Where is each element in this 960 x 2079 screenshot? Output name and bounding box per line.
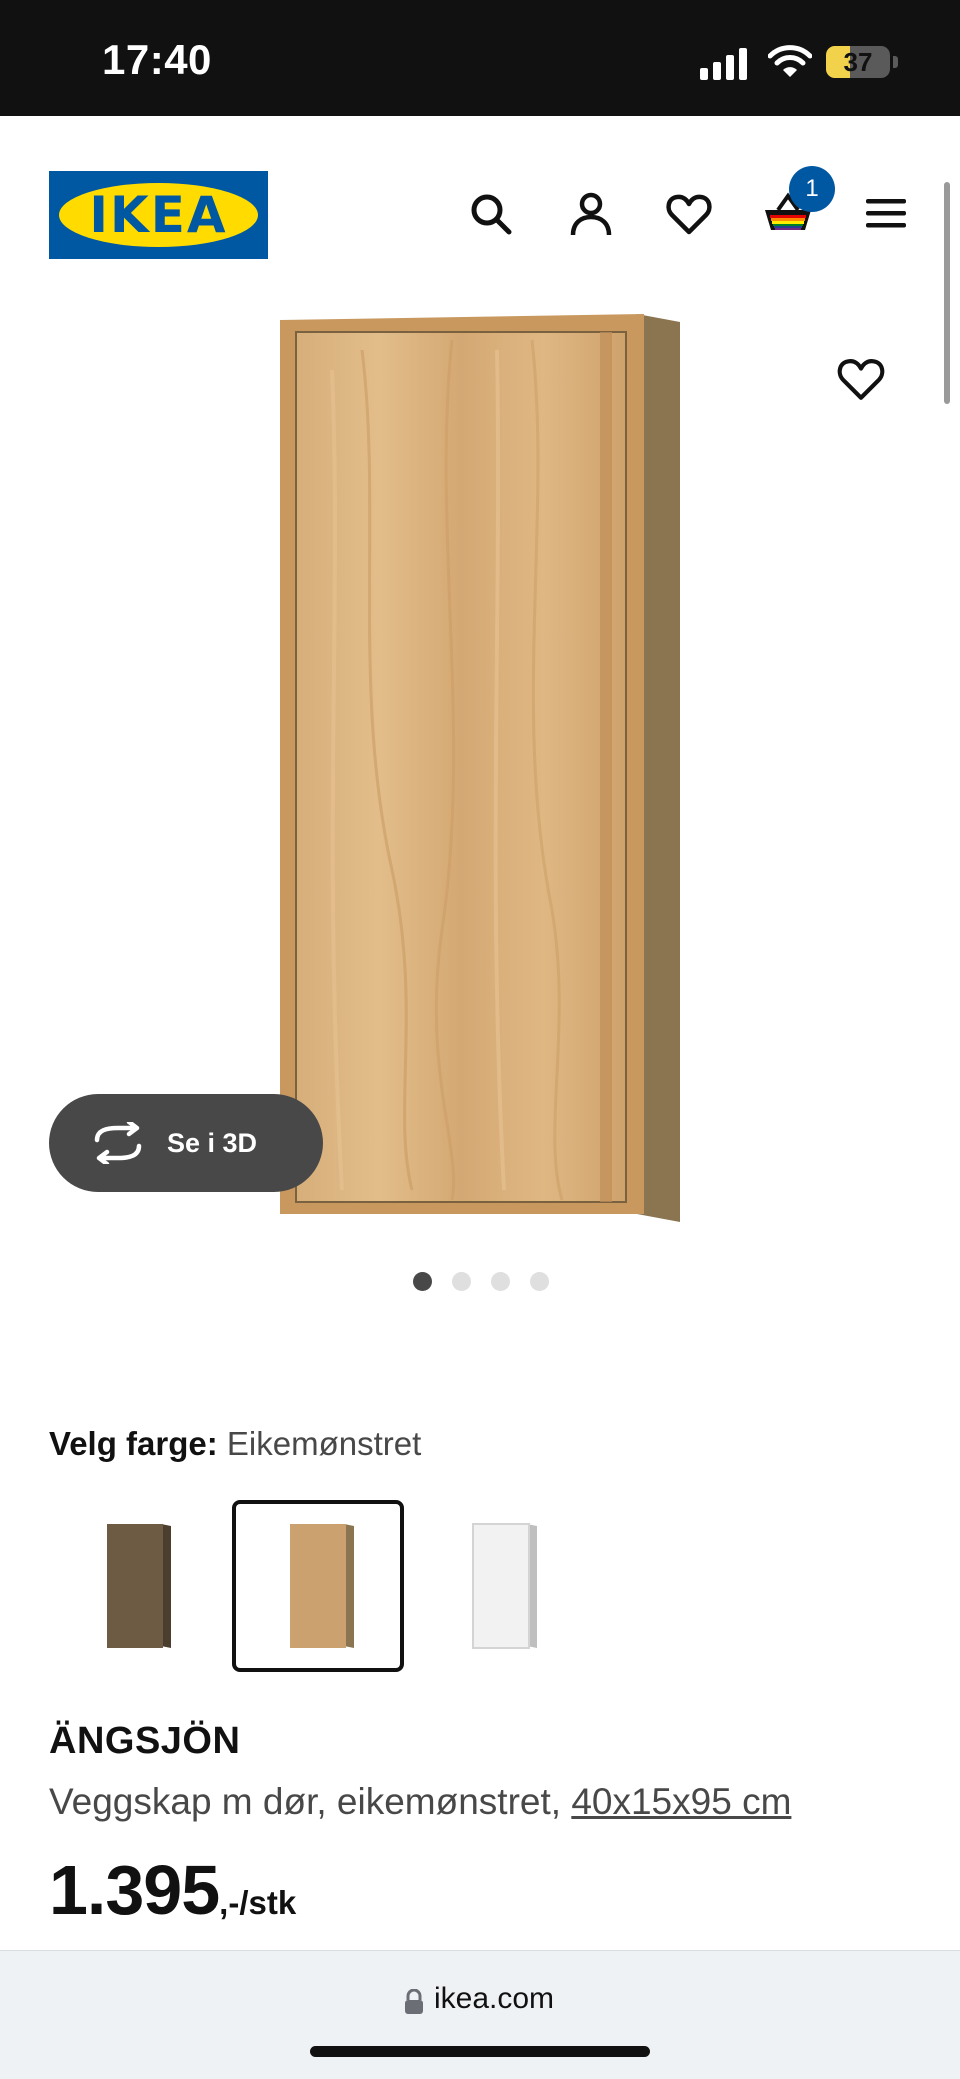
product-price: 1.395,-/stk	[49, 1850, 296, 1930]
color-swatch-white[interactable]	[415, 1500, 587, 1672]
cellular-signal-icon	[700, 48, 747, 80]
battery-icon: 37	[826, 46, 890, 78]
carousel-dot[interactable]	[451, 1272, 471, 1291]
swatch-image	[290, 1524, 354, 1648]
ikea-logo[interactable]: IKEA	[49, 171, 268, 259]
product-description: Veggskap m dør, eikemønstret, 40x15x95 c…	[49, 1779, 791, 1825]
carousel-dots	[0, 1272, 960, 1292]
swatch-fill	[290, 1524, 346, 1648]
carousel-dot[interactable]	[490, 1272, 510, 1291]
swatch-fill	[107, 1524, 163, 1648]
product-description-text: Veggskap m dør, eikemønstret,	[49, 1781, 572, 1822]
view-in-3d-label: Se i 3D	[167, 1128, 258, 1158]
rotate-3d-icon	[94, 1122, 142, 1164]
favourites-icon[interactable]	[665, 190, 713, 238]
url-text: ikea.com	[434, 1982, 555, 2015]
selected-color: Eikemønstret	[226, 1425, 422, 1462]
home-indicator[interactable]	[310, 2046, 650, 2057]
product-image[interactable]	[272, 310, 692, 1230]
swatch-image	[107, 1524, 171, 1648]
menu-icon[interactable]	[862, 190, 910, 238]
logo-text: IKEA	[89, 186, 228, 244]
color-swatch-dark-brown[interactable]	[49, 1500, 221, 1672]
wifi-icon	[768, 45, 812, 77]
status-bar: 17:40 37	[0, 0, 960, 116]
swatch-fill	[472, 1523, 530, 1649]
carousel-dot[interactable]	[412, 1272, 432, 1291]
search-icon[interactable]	[467, 190, 515, 238]
product-size-link[interactable]: 40x15x95 cm	[571, 1781, 791, 1822]
color-selector-heading: Velg farge: Eikemønstret	[49, 1424, 421, 1464]
cart-count-badge: 1	[789, 166, 835, 212]
color-label: Velg farge:	[49, 1425, 218, 1462]
page-scrollbar[interactable]	[944, 182, 950, 404]
view-in-3d-button[interactable]: Se i 3D	[49, 1094, 323, 1192]
product-name: ÄNGSJÖN	[49, 1720, 241, 1762]
battery-level: 37	[843, 47, 873, 77]
price-amount: 1.395	[49, 1851, 220, 1929]
price-unit: ,-/stk	[219, 1884, 297, 1921]
battery-tip	[893, 56, 898, 68]
carousel-dot[interactable]	[529, 1272, 549, 1291]
swatch-image	[472, 1523, 537, 1649]
status-time: 17:40	[102, 36, 212, 83]
color-swatch-oak[interactable]	[232, 1500, 404, 1672]
browser-address-bar[interactable]: ikea.com	[0, 1950, 960, 2079]
add-to-favourites-icon[interactable]	[836, 354, 886, 404]
profile-icon[interactable]	[567, 190, 615, 238]
lock-icon	[405, 1989, 423, 2014]
